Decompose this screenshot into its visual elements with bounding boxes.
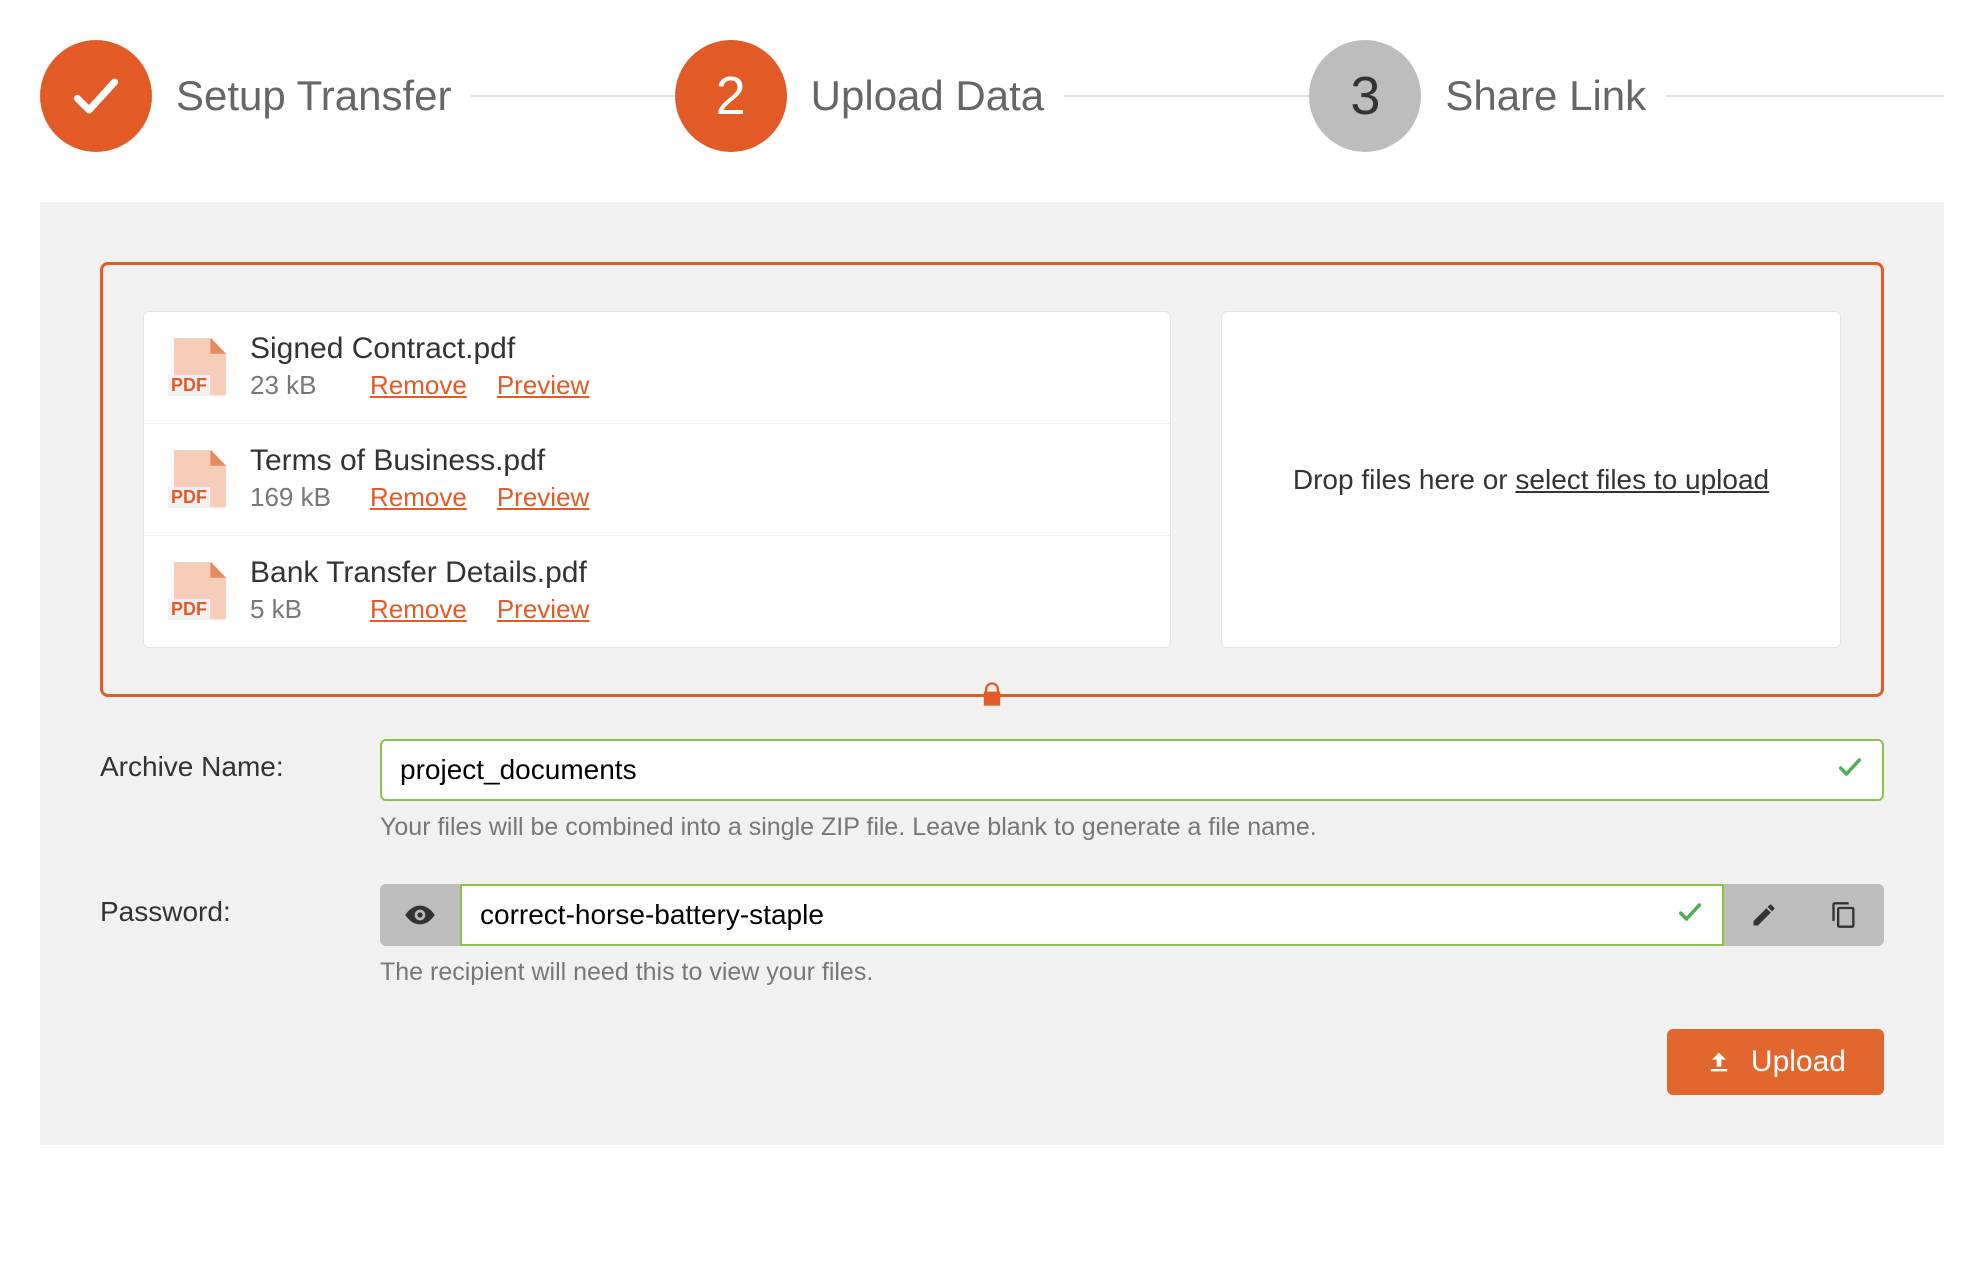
valid-check-icon bbox=[1836, 753, 1864, 787]
copy-icon bbox=[1830, 901, 1858, 929]
pencil-icon bbox=[1750, 901, 1778, 929]
file-size: 5 kB bbox=[250, 594, 340, 625]
pdf-badge: PDF bbox=[168, 375, 210, 396]
pdf-file-icon: PDF bbox=[174, 450, 226, 508]
password-input-wrap bbox=[460, 884, 1724, 946]
step-2-number: 2 bbox=[716, 65, 746, 127]
step-divider bbox=[1064, 95, 1309, 97]
preview-file-link[interactable]: Preview bbox=[497, 370, 589, 401]
copy-password-button[interactable] bbox=[1804, 884, 1884, 946]
file-name: Bank Transfer Details.pdf bbox=[250, 556, 1140, 590]
remove-file-link[interactable]: Remove bbox=[370, 370, 467, 401]
toggle-password-visibility-button[interactable] bbox=[380, 884, 460, 946]
lock-icon bbox=[978, 680, 1006, 708]
remove-file-link[interactable]: Remove bbox=[370, 482, 467, 513]
progress-stepper: Setup Transfer 2 Upload Data 3 Share Lin… bbox=[40, 40, 1944, 152]
archive-name-row: Archive Name: Your files will be combine… bbox=[100, 739, 1884, 842]
step-1-label: Setup Transfer bbox=[176, 72, 451, 120]
archive-name-label: Archive Name: bbox=[100, 739, 380, 783]
step-share-link: 3 Share Link bbox=[1309, 40, 1944, 152]
step-1-circle bbox=[40, 40, 152, 152]
upload-icon bbox=[1705, 1048, 1733, 1076]
upload-button-label: Upload bbox=[1751, 1045, 1846, 1079]
preview-file-link[interactable]: Preview bbox=[497, 594, 589, 625]
step-divider bbox=[471, 95, 674, 97]
password-input[interactable] bbox=[480, 899, 1676, 931]
step-2-label: Upload Data bbox=[811, 72, 1044, 120]
dropzone-text: Drop files here or bbox=[1293, 464, 1516, 495]
select-files-link[interactable]: select files to upload bbox=[1515, 464, 1769, 495]
password-row: Password: The recipient bbox=[100, 884, 1884, 987]
archive-helper-text: Your files will be combined into a singl… bbox=[380, 813, 1884, 842]
password-label: Password: bbox=[100, 884, 380, 928]
step-3-label: Share Link bbox=[1445, 72, 1646, 120]
pdf-badge: PDF bbox=[168, 599, 210, 620]
preview-file-link[interactable]: Preview bbox=[497, 482, 589, 513]
file-row: PDF Bank Transfer Details.pdf 5 kB Remov… bbox=[144, 536, 1170, 647]
check-icon bbox=[68, 68, 124, 124]
file-row: PDF Signed Contract.pdf 23 kB Remove Pre… bbox=[144, 312, 1170, 424]
file-drop-target[interactable]: Drop files here or select files to uploa… bbox=[1221, 311, 1841, 648]
upload-button[interactable]: Upload bbox=[1667, 1029, 1884, 1095]
archive-name-input-wrap bbox=[380, 739, 1884, 801]
file-size: 23 kB bbox=[250, 370, 340, 401]
action-bar: Upload bbox=[100, 1029, 1884, 1095]
password-helper-text: The recipient will need this to view you… bbox=[380, 958, 1884, 987]
pdf-badge: PDF bbox=[168, 487, 210, 508]
step-2-circle: 2 bbox=[675, 40, 787, 152]
files-dropzone-wrapper: PDF Signed Contract.pdf 23 kB Remove Pre… bbox=[100, 262, 1884, 697]
step-setup-transfer: Setup Transfer bbox=[40, 40, 675, 152]
pdf-file-icon: PDF bbox=[174, 562, 226, 620]
generate-password-button[interactable] bbox=[1724, 884, 1804, 946]
valid-check-icon bbox=[1676, 898, 1704, 932]
upload-panel: PDF Signed Contract.pdf 23 kB Remove Pre… bbox=[40, 202, 1944, 1145]
step-upload-data: 2 Upload Data bbox=[675, 40, 1310, 152]
step-divider bbox=[1666, 95, 1944, 97]
file-row: PDF Terms of Business.pdf 169 kB Remove … bbox=[144, 424, 1170, 536]
step-3-circle: 3 bbox=[1309, 40, 1421, 152]
eye-icon bbox=[404, 899, 436, 931]
file-name: Terms of Business.pdf bbox=[250, 444, 1140, 478]
step-3-number: 3 bbox=[1350, 65, 1380, 127]
file-size: 169 kB bbox=[250, 482, 340, 513]
remove-file-link[interactable]: Remove bbox=[370, 594, 467, 625]
file-name: Signed Contract.pdf bbox=[250, 332, 1140, 366]
file-list: PDF Signed Contract.pdf 23 kB Remove Pre… bbox=[143, 311, 1171, 648]
pdf-file-icon: PDF bbox=[174, 338, 226, 396]
archive-name-input[interactable] bbox=[400, 754, 1836, 786]
